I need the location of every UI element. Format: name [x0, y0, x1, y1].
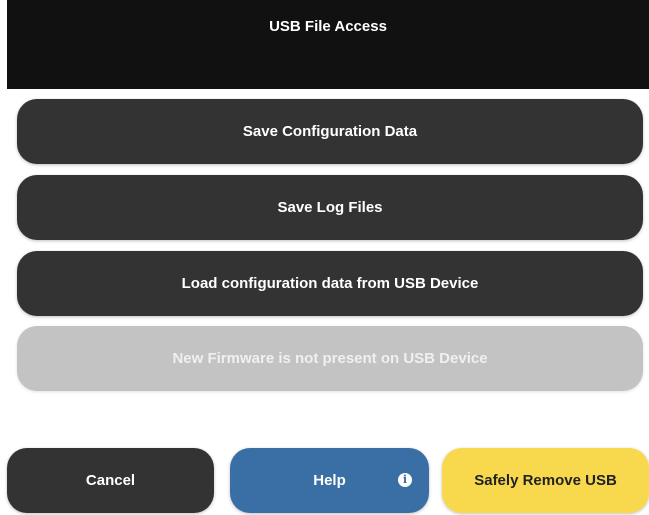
firmware-update-button: New Firmware is not present on USB Devic… — [17, 326, 643, 391]
safely-remove-usb-button[interactable]: Safely Remove USB — [442, 448, 649, 513]
cancel-label: Cancel — [85, 472, 136, 489]
cancel-button[interactable]: Cancel — [7, 448, 214, 513]
save-log-files-button[interactable]: Save Log Files — [17, 175, 643, 240]
save-configuration-data-label: Save Configuration Data — [242, 123, 418, 140]
page-title: USB File Access — [269, 18, 387, 35]
safely-remove-usb-label: Safely Remove USB — [474, 472, 617, 489]
title-bar: USB File Access — [7, 0, 649, 89]
save-log-files-label: Save Log Files — [277, 199, 383, 216]
save-configuration-data-button[interactable]: Save Configuration Data — [17, 99, 643, 164]
load-configuration-button[interactable]: Load configuration data from USB Device — [17, 251, 643, 316]
load-configuration-label: Load configuration data from USB Device — [181, 275, 479, 292]
firmware-status-label: New Firmware is not present on USB Devic… — [172, 350, 488, 367]
help-button[interactable]: Help i — [230, 448, 429, 513]
info-icon: i — [398, 473, 412, 487]
